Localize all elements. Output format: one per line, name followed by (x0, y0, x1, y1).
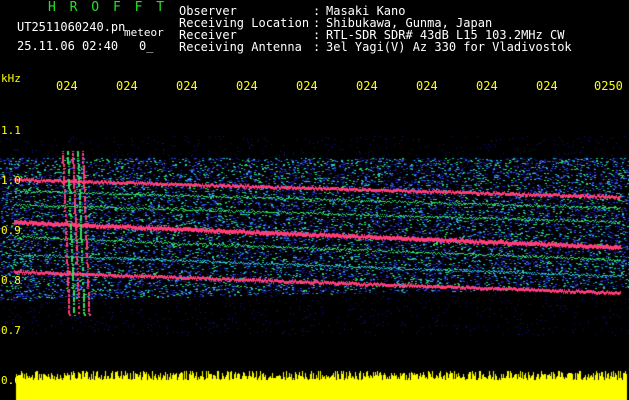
antenna-sep: : (313, 40, 321, 54)
time-tick: 024 (416, 79, 438, 93)
spectrogram (0, 96, 629, 366)
app-title: H R O F F T (48, 0, 168, 15)
time-tick: 024 (116, 79, 138, 93)
hrofft-viewer: H R O F F T UT2511060240.pn meteor 25.11… (0, 0, 629, 400)
freq-tick: 0.7 (1, 324, 21, 337)
time-tick: 024 (176, 79, 198, 93)
freq-tick: 1.1 (1, 124, 21, 137)
freq-tick: 0.6 (1, 374, 21, 387)
signal-strength-bar (0, 365, 629, 400)
time-tick: 024 (296, 79, 318, 93)
time-tick: 024 (476, 79, 498, 93)
time-tick: 024 (236, 79, 258, 93)
filename-label: UT2511060240.pn (17, 20, 126, 34)
meteor-label: meteor (124, 26, 164, 39)
time-tick: 0250 (594, 79, 623, 93)
antenna-key: Receiving Antenna (179, 40, 302, 54)
time-tick: 024 (56, 79, 78, 93)
freq-tick: 0.9 (1, 224, 21, 237)
time-tick: 024 (356, 79, 378, 93)
freq-tick: 0.8 (1, 274, 21, 287)
freq-unit-label: kHz (1, 72, 21, 85)
antenna-value: 3el Yagi(V) Az 330 for Vladivostok (326, 40, 572, 54)
time-tick: 024 (536, 79, 558, 93)
freq-tick: 1.0 (1, 174, 21, 187)
counter-label: 0_ (139, 39, 154, 53)
datetime-label: 25.11.06 02:40 (17, 39, 119, 53)
